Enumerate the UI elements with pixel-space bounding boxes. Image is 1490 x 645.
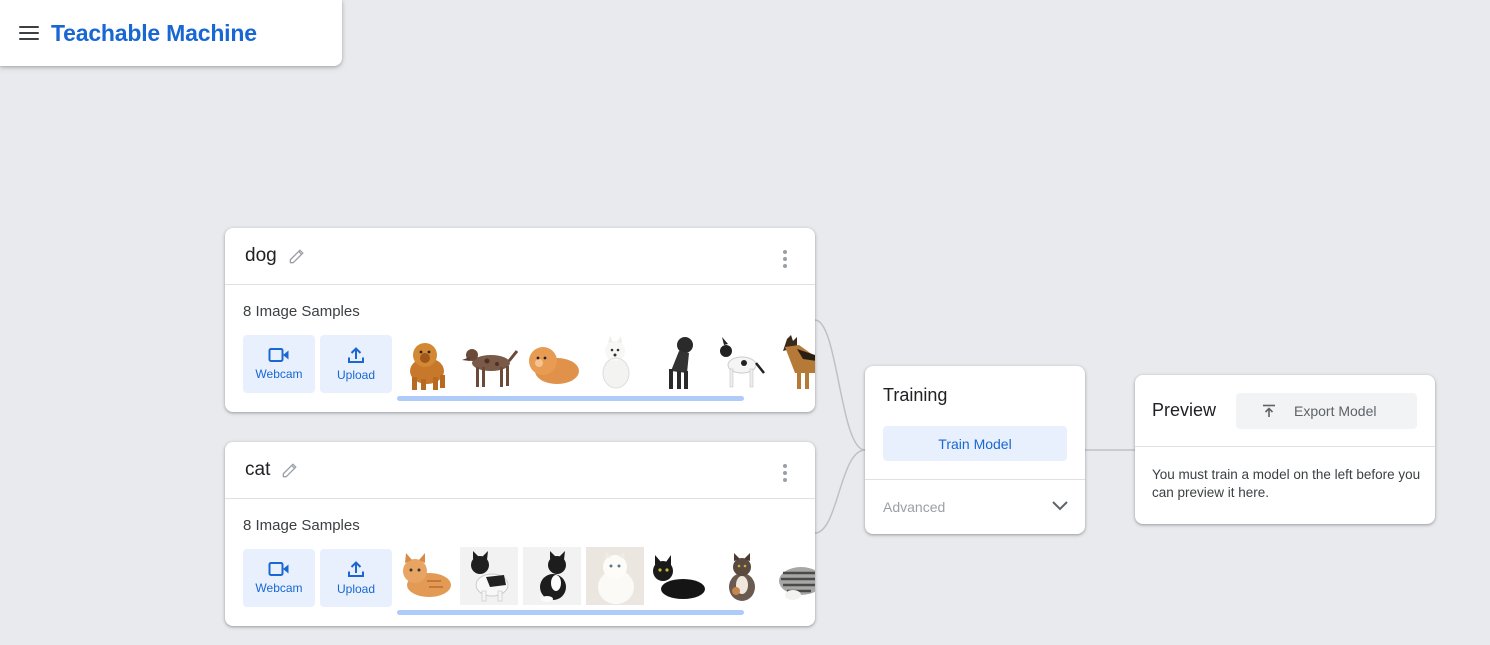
webcam-button[interactable]: Webcam: [243, 549, 315, 607]
thumbnail-black-white-cat[interactable]: [460, 547, 518, 605]
chevron-down-icon: [1052, 501, 1068, 511]
thumbnail-pomeranian-dog[interactable]: [523, 333, 581, 391]
train-model-button[interactable]: Train Model: [883, 426, 1067, 461]
thumbnail-orange-tabby-cat[interactable]: [397, 547, 455, 605]
samples-label: 8 Image Samples: [243, 303, 360, 320]
preview-header: Preview Export Model: [1135, 375, 1435, 447]
webcam-label: Webcam: [255, 367, 303, 381]
thumbnail-silver-tabby-cat[interactable]: [775, 547, 815, 605]
thumbnail-black-cat[interactable]: [649, 547, 707, 605]
class-card-dog: dog 8 Image Samples Webcam Upload: [225, 228, 815, 412]
thumbnail-spotted-mixed-dog[interactable]: [460, 333, 518, 391]
upload-button[interactable]: Upload: [320, 549, 392, 607]
thumbnail-scrollbar[interactable]: [397, 610, 744, 615]
thumbnail-calico-cat[interactable]: [712, 547, 770, 605]
upload-icon: [348, 561, 364, 577]
thumbnail-tuxedo-cat[interactable]: [523, 547, 581, 605]
preview-message: You must train a model on the left befor…: [1152, 467, 1421, 500]
upload-button[interactable]: Upload: [320, 335, 392, 393]
class-card-header: cat: [225, 442, 815, 499]
thumbnail-black-white-dog[interactable]: [712, 333, 770, 391]
videocam-icon: [268, 562, 289, 576]
training-title: Training: [883, 385, 948, 405]
class-name[interactable]: dog: [245, 245, 277, 267]
upload-label: Upload: [336, 582, 376, 596]
samples-label: 8 Image Samples: [243, 517, 360, 534]
class-card-header: dog: [225, 228, 815, 285]
webcam-label: Webcam: [255, 581, 303, 595]
more-vert-icon[interactable]: [779, 250, 791, 268]
sample-thumbnails: [397, 333, 815, 391]
export-model-label: Export Model: [1294, 403, 1377, 419]
class-name[interactable]: cat: [245, 459, 270, 481]
sample-thumbnails: [397, 547, 815, 605]
thumbnail-black-labrador-dog[interactable]: [649, 333, 707, 391]
thumbnail-white-persian-cat[interactable]: [586, 547, 644, 605]
advanced-label: Advanced: [883, 499, 946, 515]
class-card-cat: cat 8 Image Samples Webcam Upload: [225, 442, 815, 626]
thumbnail-german-shepherd-dog[interactable]: [775, 333, 815, 391]
training-card: Training Train Model Advanced: [865, 366, 1085, 534]
advanced-toggle[interactable]: Advanced: [865, 479, 1085, 534]
preview-card: Preview Export Model You must train a mo…: [1135, 375, 1435, 524]
pencil-icon[interactable]: [287, 246, 307, 266]
export-icon: [1263, 404, 1275, 417]
thumbnail-samoyed-dog[interactable]: [586, 333, 644, 391]
videocam-icon: [268, 348, 289, 362]
thumbnail-chow-chow-dog[interactable]: [397, 333, 455, 391]
pencil-icon[interactable]: [280, 460, 300, 480]
webcam-button[interactable]: Webcam: [243, 335, 315, 393]
thumbnail-scrollbar[interactable]: [397, 396, 744, 401]
upload-icon: [348, 347, 364, 363]
upload-label: Upload: [336, 368, 376, 382]
more-vert-icon[interactable]: [779, 464, 791, 482]
preview-title: Preview: [1152, 400, 1217, 420]
export-model-button[interactable]: Export Model: [1236, 393, 1417, 429]
